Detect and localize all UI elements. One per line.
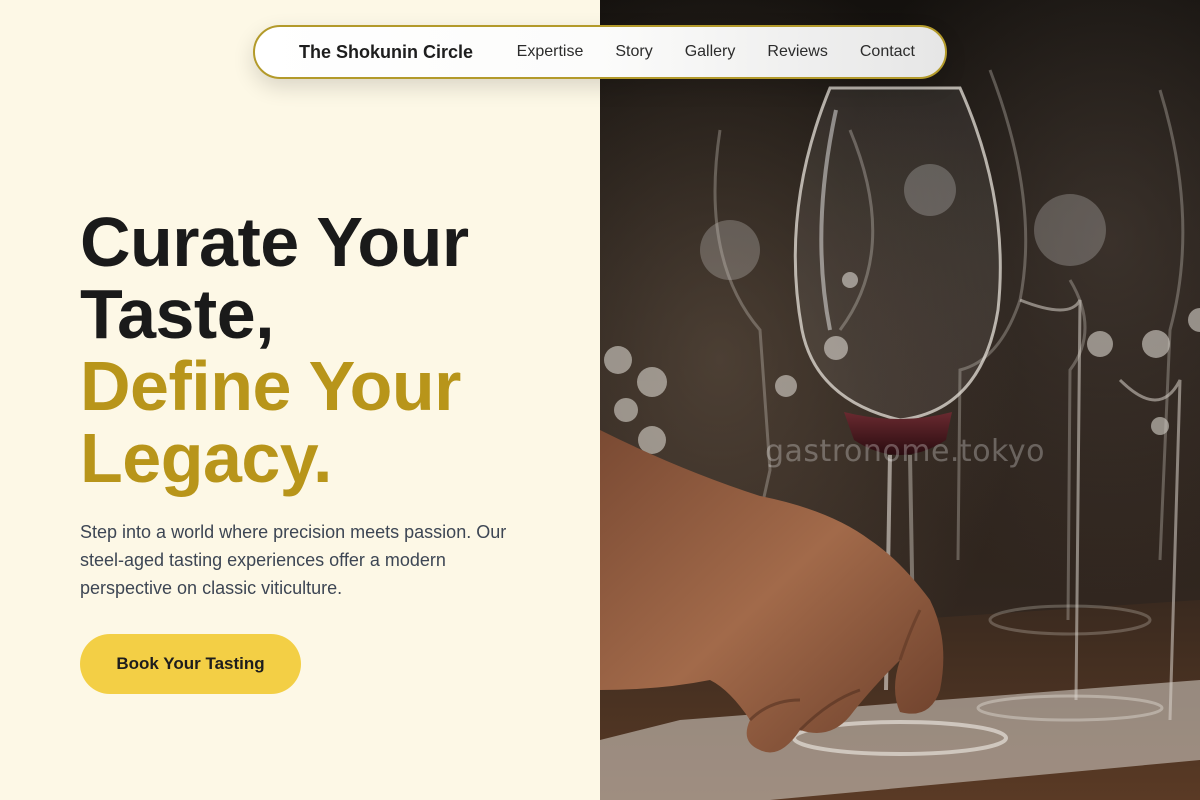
nav-link-story[interactable]: Story — [615, 43, 652, 60]
brand-logo-link[interactable]: The Shokunin Circle — [299, 27, 473, 77]
nav-link-reviews[interactable]: Reviews — [767, 43, 827, 60]
hero-title-line-3: Define Your — [80, 347, 461, 425]
hero-section: Curate Your Taste, Define Your Legacy. S… — [0, 0, 600, 800]
hero-title-line-4: Legacy. — [80, 419, 333, 497]
nav-link-gallery[interactable]: Gallery — [685, 43, 736, 60]
top-navigation: The Shokunin Circle Expertise Story Gall… — [253, 25, 947, 79]
nav-links: Expertise Story Gallery Reviews Contact — [517, 27, 915, 77]
hero-title-line-1: Curate Your — [80, 203, 469, 281]
hero-title-line-2: Taste, — [80, 275, 275, 353]
nav-link-contact[interactable]: Contact — [860, 43, 915, 60]
nav-item-story: Story — [615, 43, 652, 61]
nav-link-expertise[interactable]: Expertise — [517, 43, 584, 60]
book-tasting-button[interactable]: Book Your Tasting — [80, 634, 301, 694]
nav-item-contact: Contact — [860, 43, 915, 61]
hero-photo — [600, 0, 1200, 800]
watermark-text: gastronome.tokyo — [765, 434, 1045, 469]
hero-title: Curate Your Taste, Define Your Legacy. — [80, 206, 580, 494]
nav-item-gallery: Gallery — [685, 43, 736, 61]
hero-description: Step into a world where precision meets … — [80, 522, 507, 598]
nav-item-expertise: Expertise — [517, 43, 584, 61]
nav-item-reviews: Reviews — [767, 43, 827, 61]
